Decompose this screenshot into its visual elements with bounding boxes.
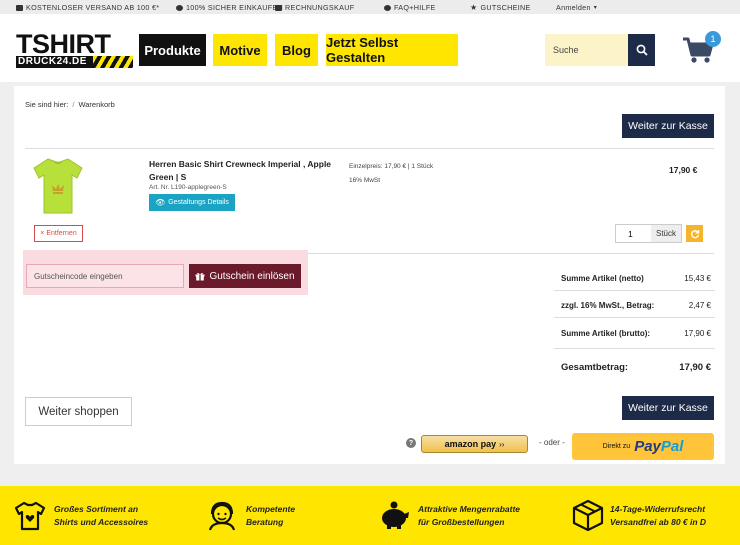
nav-produkte[interactable]: Produkte bbox=[139, 34, 206, 66]
topbar-item-invoice[interactable]: RECHNUNGSKAUF bbox=[275, 3, 354, 12]
feature-discounts: Attraktive Mengenrabatte für Großbestellu… bbox=[418, 504, 521, 527]
feature-returns: 14-Tage-Widerrufsrecht Versandfrei ab 80 … bbox=[610, 504, 707, 527]
features-footer: Großes Sortiment an Shirts und Accessoire… bbox=[0, 486, 740, 545]
search-icon bbox=[636, 44, 648, 56]
summary-gross: Summe Artikel (brutto): 17,90 € bbox=[561, 329, 711, 338]
topbar-item-shipping[interactable]: KOSTENLOSER VERSAND AB 100 €* bbox=[16, 3, 159, 12]
summary-total: Gesamtbetrag: 17,90 € bbox=[561, 362, 711, 373]
amazon-pay-button[interactable]: amazon pay ›› bbox=[421, 435, 528, 453]
unit-price-info: Einzelpreis: 17,90 € | 1 Stück 16% MwSt bbox=[349, 163, 434, 184]
top-info-bar: KOSTENLOSER VERSAND AB 100 €* 100% SICHE… bbox=[0, 0, 740, 14]
redeem-coupon-button[interactable]: Gutschein einlösen bbox=[189, 264, 301, 288]
cart-button[interactable]: 1 bbox=[682, 31, 721, 68]
feature-assortment: Großes Sortiment an Shirts und Accessoire… bbox=[54, 504, 149, 527]
summary-divider bbox=[554, 290, 715, 291]
support-agent-icon bbox=[208, 501, 236, 531]
eye-icon: 👁 bbox=[155, 198, 166, 207]
help-icon bbox=[384, 4, 391, 11]
nav-motive[interactable]: Motive bbox=[213, 34, 267, 66]
item-price: 17,90 € bbox=[669, 165, 698, 175]
lock-icon bbox=[176, 4, 183, 11]
summary-vat: zzgl. 16% MwSt., Betrag: 2,47 € bbox=[561, 301, 711, 310]
paypal-logo: PayPal bbox=[634, 438, 684, 455]
shirt-heart-icon bbox=[14, 501, 46, 531]
cart-panel: Sie sind hier: / Warenkorb Weiter zur Kass… bbox=[14, 86, 725, 464]
topbar-item-faq[interactable]: FAQ+HILFE bbox=[384, 3, 436, 12]
breadcrumb-current[interactable]: Warenkorb bbox=[78, 100, 114, 109]
gift-icon bbox=[195, 272, 205, 280]
summary-divider bbox=[554, 348, 715, 349]
topbar-item-secure[interactable]: 100% SICHER EINKAUFEN bbox=[176, 3, 283, 12]
checkout-button-top[interactable]: Weiter zur Kasse bbox=[622, 114, 714, 138]
coupon-code-input[interactable] bbox=[26, 264, 184, 288]
nav-gestalten[interactable]: Jetzt Selbst Gestalten bbox=[326, 34, 458, 66]
refresh-icon bbox=[690, 229, 699, 238]
nav-blog[interactable]: Blog bbox=[275, 34, 318, 66]
logo[interactable]: TSHIRT DRUCK24.DE bbox=[16, 31, 133, 68]
product-title[interactable]: Herren Basic Shirt Crewneck Imperial , A… bbox=[149, 158, 335, 184]
product-image[interactable] bbox=[30, 156, 86, 216]
invoice-icon bbox=[275, 4, 282, 11]
search-input[interactable] bbox=[545, 34, 628, 66]
quantity-unit: Stück bbox=[651, 224, 682, 243]
help-icon[interactable]: ? bbox=[406, 438, 416, 448]
package-icon bbox=[572, 499, 604, 531]
breadcrumb: Sie sind hier: / Warenkorb bbox=[25, 100, 115, 109]
quantity-input[interactable] bbox=[615, 224, 652, 243]
chevron-down-icon: ▾ bbox=[593, 5, 598, 11]
summary-net: Summe Artikel (netto) 15,43 € bbox=[561, 274, 711, 283]
design-details-button[interactable]: 👁 Gestaltungs Details bbox=[149, 194, 235, 211]
topbar-item-vouchers[interactable]: ★ GUTSCHEINE bbox=[470, 3, 531, 12]
logo-stripes bbox=[93, 56, 133, 68]
truck-icon bbox=[16, 4, 23, 11]
chevrons-icon: ›› bbox=[499, 439, 505, 449]
tshirt-image bbox=[33, 158, 83, 214]
search-button[interactable] bbox=[628, 34, 655, 66]
header: TSHIRT DRUCK24.DE Produkte Motive Blog J… bbox=[0, 14, 740, 82]
login-dropdown[interactable]: Anmelden ▾ bbox=[556, 3, 597, 12]
remove-button[interactable]: × Entfernen bbox=[34, 225, 83, 242]
update-quantity-button[interactable] bbox=[686, 225, 703, 242]
paypal-button[interactable]: Direkt zu PayPal bbox=[572, 433, 714, 460]
feature-consulting: Kompetente Beratung bbox=[246, 504, 296, 527]
star-icon: ★ bbox=[470, 3, 478, 12]
divider bbox=[25, 148, 714, 149]
or-separator: - oder - bbox=[539, 438, 565, 447]
cart-count-badge: 1 bbox=[705, 31, 721, 47]
close-icon: × bbox=[40, 230, 45, 237]
continue-shopping-button[interactable]: Weiter shoppen bbox=[25, 397, 132, 426]
article-number: Art. Nr. L190-applegreen-S bbox=[149, 184, 227, 191]
summary-divider bbox=[554, 317, 715, 318]
checkout-button-bottom[interactable]: Weiter zur Kasse bbox=[622, 396, 714, 420]
piggy-bank-icon bbox=[382, 501, 409, 529]
